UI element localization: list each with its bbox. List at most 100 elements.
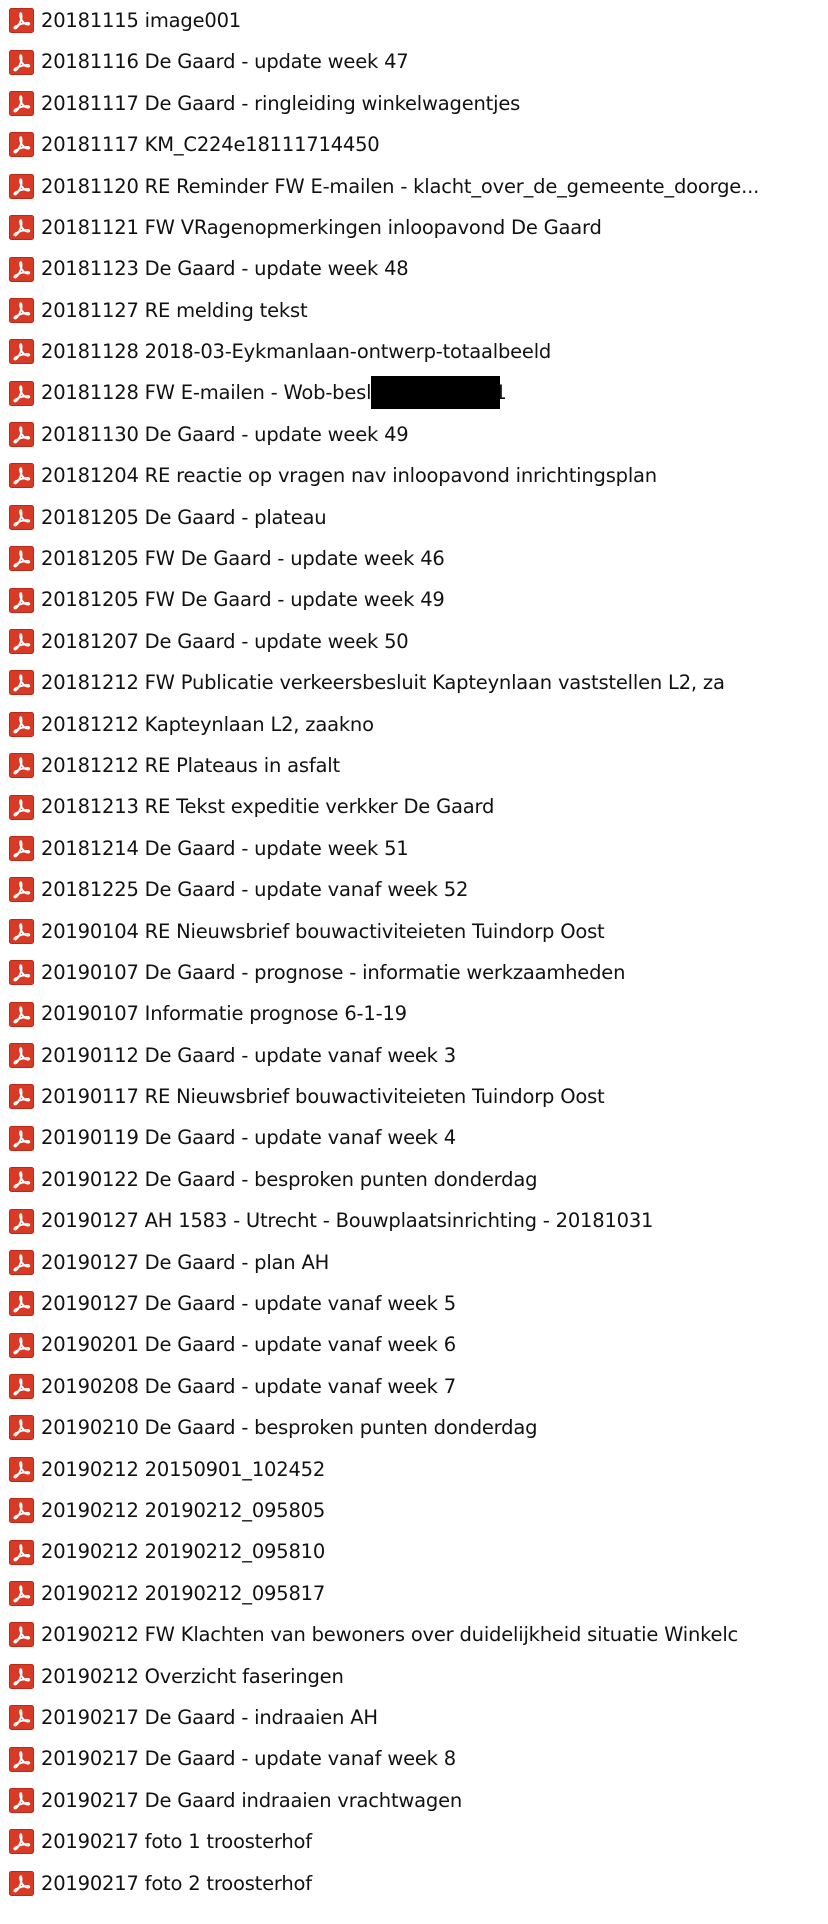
pdf-file-icon [9,504,34,530]
pdf-file-icon [9,1415,34,1441]
file-list-item[interactable]: 20181212 Kapteynlaan L2, zaakno [0,704,828,745]
file-list-item[interactable]: 20181120 RE Reminder FW E-mailen - klach… [0,166,828,207]
file-list-item[interactable]: 20190208 De Gaard - update vanaf week 7 [0,1366,828,1407]
file-list-item[interactable]: 20190127 AH 1583 - Utrecht - Bouwplaatsi… [0,1200,828,1241]
file-name: 20181207 De Gaard - update week 50 [41,629,409,653]
file-name: 20181123 De Gaard - update week 48 [41,257,409,281]
file-name: 20181117 De Gaard - ringleiding winkelwa… [41,91,521,115]
file-list-item[interactable]: 20190217 foto 2 troosterhof [0,1863,828,1904]
file-name: 20181213 RE Tekst expeditie verkker De G… [41,795,495,819]
pdf-file-icon [9,1042,34,1068]
file-list-item[interactable]: 20190112 De Gaard - update vanaf week 3 [0,1035,828,1076]
file-list-item[interactable]: 20181117 De Gaard - ringleiding winkelwa… [0,83,828,124]
file-list-item[interactable]: 20190212 FW Klachten van bewoners over d… [0,1614,828,1655]
file-list-item[interactable]: 20181205 FW De Gaard - update week 49 [0,579,828,620]
pdf-file-icon [9,8,34,34]
file-name: 20190119 De Gaard - update vanaf week 4 [41,1126,456,1150]
pdf-file-icon [9,877,34,903]
file-list-item[interactable]: 20181128 2018-03-Eykmanlaan-ontwerp-tota… [0,331,828,372]
file-name: 20190217 foto 1 troosterhof [41,1830,312,1854]
file-name: 20181128 2018-03-Eykmanlaan-ontwerp-tota… [41,340,552,364]
file-list-item[interactable]: 20190217 De Gaard - update vanaf week 8 [0,1738,828,1779]
file-name: 20181116 De Gaard - update week 47 [41,50,409,74]
file-name: 20190212 20150901_102452 [41,1457,326,1481]
file-list-item[interactable]: 20181127 RE melding tekst [0,290,828,331]
file-name: 20190212 20190212_095817 [41,1581,326,1605]
pdf-file-icon [9,1663,34,1689]
file-list-item[interactable]: 20190119 De Gaard - update vanaf week 4 [0,1118,828,1159]
file-list-item[interactable]: 20181212 FW Publicatie verkeersbesluit K… [0,662,828,703]
pdf-file-icon [9,794,34,820]
file-name: 20181205 FW De Gaard - update week 46 [41,547,445,571]
pdf-file-icon [9,1539,34,1565]
pdf-file-icon [9,173,34,199]
file-name: 20181205 FW De Gaard - update week 49 [41,588,445,612]
file-list-item[interactable]: 20190212 20190212_095805 [0,1490,828,1531]
file-name: 20190212 FW Klachten van bewoners over d… [41,1623,739,1647]
pdf-file-icon [9,1498,34,1524]
file-name: 20190112 De Gaard - update vanaf week 3 [41,1043,456,1067]
file-list-item[interactable]: 20190212 20190212_095817 [0,1573,828,1614]
file-list-item[interactable]: 20190212 20150901_102452 [0,1449,828,1490]
file-list-item[interactable]: 20190127 De Gaard - plan AH [0,1242,828,1283]
pdf-file-icon [9,215,34,241]
file-name: 20181214 De Gaard - update week 51 [41,836,409,860]
file-list-item[interactable]: 20181207 De Gaard - update week 50 [0,621,828,662]
pdf-file-icon [9,1291,34,1317]
pdf-file-icon [9,297,34,323]
file-list-item[interactable]: 20181212 RE Plateaus in asfalt [0,745,828,786]
file-list-item[interactable]: 20190122 De Gaard - besproken punten don… [0,1159,828,1200]
file-list-item[interactable]: 20190117 RE Nieuwsbrief bouwactiviteiete… [0,1076,828,1117]
pdf-file-icon [9,753,34,779]
pdf-file-icon [9,918,34,944]
file-name: 20181120 RE Reminder FW E-mailen - klach… [41,174,760,198]
file-list-item[interactable]: 20190217 De Gaard - indraaien AH [0,1697,828,1738]
file-list-item[interactable]: 20181121 FW VRagenopmerkingen inloopavon… [0,207,828,248]
pdf-file-icon [9,587,34,613]
pdf-file-icon [9,1125,34,1151]
file-list-item[interactable]: 20181128 FW E-mailen - Wob-besluit 2-570… [0,373,828,414]
file-name: 20190212 Overzicht faseringen [41,1664,344,1688]
file-list-item[interactable]: 20181205 De Gaard - plateau [0,497,828,538]
file-name: 20190127 AH 1583 - Utrecht - Bouwplaatsi… [41,1209,654,1233]
file-name: 20190201 De Gaard - update vanaf week 6 [41,1333,456,1357]
file-list-item[interactable]: 20181115 image001 [0,0,828,41]
file-name: 20190127 De Gaard - plan AH [41,1250,330,1274]
file-name: 20190107 De Gaard - prognose - informati… [41,960,626,984]
redaction-block [371,375,500,409]
file-list-item[interactable]: 20190212 20190212_095810 [0,1531,828,1572]
file-list-item[interactable]: 20190201 De Gaard - update vanaf week 6 [0,1325,828,1366]
file-list-item[interactable]: 20181214 De Gaard - update week 51 [0,828,828,869]
file-list-item[interactable]: 20190104 RE Nieuwsbrief bouwactiviteiete… [0,911,828,952]
file-name: 20181225 De Gaard - update vanaf week 52 [41,878,469,902]
file-list-item[interactable]: 20190127 De Gaard - update vanaf week 5 [0,1283,828,1324]
pdf-file-icon [9,960,34,986]
file-list-item[interactable]: 20190107 Informatie prognose 6-1-19 [0,993,828,1034]
file-name: 20181117 KM_C224e18111714450 [41,133,380,157]
pdf-file-icon [9,836,34,861]
file-name: 20190127 De Gaard - update vanaf week 5 [41,1292,456,1316]
file-list-item[interactable]: 20181205 FW De Gaard - update week 46 [0,538,828,579]
file-name: 20190117 RE Nieuwsbrief bouwactiviteiete… [41,1085,605,1109]
file-list-item[interactable]: 20190217 foto 1 troosterhof [0,1821,828,1862]
file-list-item[interactable]: 20181213 RE Tekst expeditie verkker De G… [0,786,828,827]
file-list-item[interactable]: 20181204 RE reactie op vragen nav inloop… [0,455,828,496]
file-list-item[interactable]: 20181116 De Gaard - update week 47 [0,41,828,82]
file-name: 20181205 De Gaard - plateau [41,505,327,529]
pdf-file-icon [9,49,34,75]
file-list-item[interactable]: 20181117 KM_C224e18111714450 [0,124,828,165]
file-list-item[interactable]: 20190217 De Gaard indraaien vrachtwagen [0,1780,828,1821]
file-list-item[interactable]: 20190210 De Gaard - besproken punten don… [0,1407,828,1448]
file-name: 20190217 foto 2 troosterhof [41,1871,312,1895]
file-name: 20190212 20190212_095805 [41,1499,326,1522]
file-list-item[interactable]: 20181130 De Gaard - update week 49 [0,414,828,455]
file-list-item[interactable]: 20190107 De Gaard - prognose - informati… [0,952,828,993]
pdf-file-icon [9,380,34,406]
file-name: 20190217 De Gaard indraaien vrachtwagen [41,1788,463,1812]
file-list-item[interactable]: 20181225 De Gaard - update vanaf week 52 [0,869,828,910]
pdf-file-icon [9,1374,34,1400]
pdf-file-icon [9,1001,34,1027]
pdf-file-icon [9,1705,34,1731]
file-list-item[interactable]: 20190212 Overzicht faseringen [0,1656,828,1697]
file-list-item[interactable]: 20181123 De Gaard - update week 48 [0,248,828,289]
